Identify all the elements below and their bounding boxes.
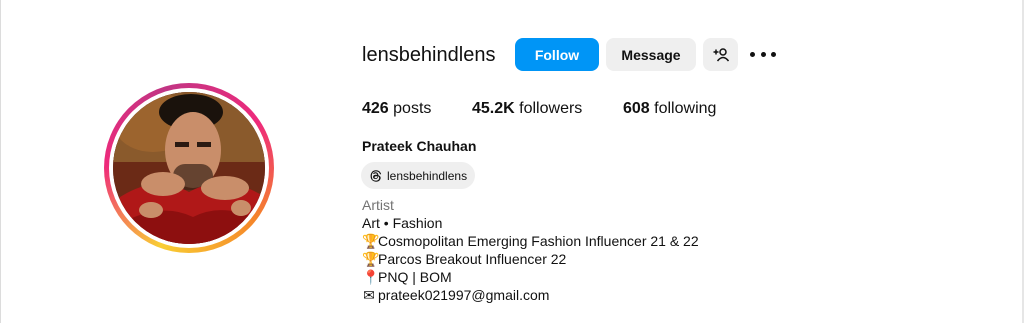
avatar[interactable] [113, 92, 265, 244]
avatar-photo-illustration [113, 92, 265, 244]
bio-line: Art • Fashion [362, 214, 442, 232]
following-stat[interactable]: 608 following [623, 98, 716, 120]
bio-line: 🏆Cosmopolitan Emerging Fashion Influence… [362, 232, 699, 250]
bio-line-text: PNQ | BOM [378, 269, 452, 285]
posts-label: posts [393, 100, 432, 117]
suggested-accounts-button[interactable] [703, 38, 738, 71]
add-person-icon [713, 47, 729, 61]
envelope-icon: ✉ [363, 287, 375, 303]
profile-avatar-story-ring[interactable] [104, 83, 274, 253]
bio-line-text: Cosmopolitan Emerging Fashion Influencer… [378, 233, 699, 249]
profile-full-name: Prateek Chauhan [362, 138, 477, 154]
posts-count: 426 [362, 100, 389, 117]
threads-badge[interactable]: lensbehindlens [361, 162, 476, 189]
trophy-icon: 🏆 [362, 251, 380, 267]
trophy-icon: 🏆 [362, 233, 380, 249]
followers-stat[interactable]: 45.2K followers [472, 98, 582, 120]
dot [750, 51, 755, 57]
profile-username: lensbehindlens [362, 44, 496, 66]
follow-button[interactable]: Follow [515, 38, 599, 71]
threads-icon [370, 169, 382, 182]
bio-line: 🏆Parcos Breakout Influencer 22 [362, 250, 566, 268]
more-options-icon[interactable] [750, 44, 776, 64]
left-divider [0, 0, 1, 323]
dot [760, 51, 766, 57]
following-count: 608 [623, 100, 650, 117]
message-button[interactable]: Message [606, 38, 696, 71]
profile-category: Artist [362, 197, 394, 213]
bio-line-text: Art • Fashion [362, 215, 443, 231]
bio-line: 📍PNQ | BOM [362, 268, 452, 286]
threads-handle: lensbehindlens [387, 168, 468, 183]
bio-line-text: Parcos Breakout Influencer 22 [378, 251, 567, 267]
following-label: following [654, 100, 717, 117]
followers-count: 45.2K [472, 100, 515, 117]
bio-email-text[interactable]: prateek021997@gmail.com [378, 287, 549, 303]
dot [771, 51, 776, 57]
posts-stat: 426 posts [362, 98, 431, 120]
pin-icon: 📍 [362, 269, 380, 285]
bio-line-email[interactable]: ✉ prateek021997@gmail.com [362, 286, 549, 304]
followers-label: followers [519, 100, 583, 117]
